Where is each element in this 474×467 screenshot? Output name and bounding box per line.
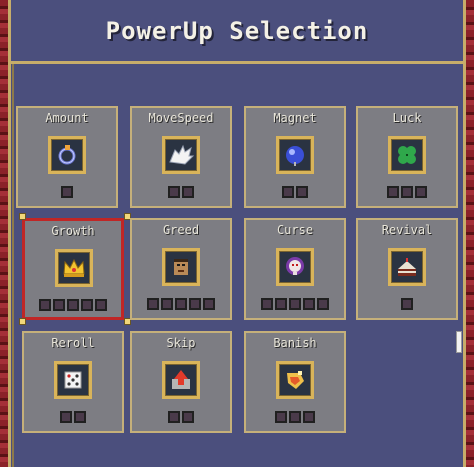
rank-slots (246, 298, 344, 310)
powerup-name: Luck (392, 111, 422, 125)
rank-slot (296, 186, 308, 198)
rank-slot (182, 411, 194, 423)
powerup-card-movespeed[interactable]: MoveSpeed (130, 106, 232, 208)
title-bar: PowerUp Selection (11, 0, 463, 64)
powerup-name: Magnet (273, 111, 317, 125)
rank-slot (182, 186, 194, 198)
rank-slot (303, 411, 315, 423)
selection-corner (19, 318, 26, 325)
powerup-grid: Amount MoveSpeed Magnet Luck Growth Gree… (11, 0, 463, 467)
rank-slots (358, 298, 456, 310)
rank-slots (24, 411, 122, 423)
powerup-card-revival[interactable]: Revival (356, 218, 458, 320)
scrollbar[interactable] (456, 66, 462, 466)
rank-slot (275, 411, 287, 423)
powerup-name: Curse (276, 223, 314, 237)
rank-slots (246, 186, 344, 198)
rank-slot (289, 411, 301, 423)
rank-slots (358, 186, 456, 198)
dice-icon (54, 361, 92, 399)
powerup-name: MoveSpeed (148, 111, 214, 125)
skull-icon (276, 248, 314, 286)
panel-title: PowerUp Selection (105, 16, 369, 45)
rank-slot (203, 298, 215, 310)
rank-slot (303, 298, 315, 310)
rank-slot (282, 186, 294, 198)
powerup-panel: PowerUp Selection Amount MoveSpeed Magne… (8, 0, 466, 467)
rank-slots (25, 299, 121, 311)
rank-slot (95, 299, 107, 311)
face-icon (162, 248, 200, 286)
banish-icon (276, 361, 314, 399)
powerup-name: Revival (381, 223, 433, 237)
rank-slots (132, 411, 230, 423)
rank-slots (18, 186, 116, 198)
rank-slots (246, 411, 344, 423)
rank-slot (61, 186, 73, 198)
selection-corner (19, 213, 26, 220)
powerup-card-magnet[interactable]: Magnet (244, 106, 346, 208)
powerup-card-banish[interactable]: Banish (244, 331, 346, 433)
rank-slot (39, 299, 51, 311)
powerup-name: Skip (166, 336, 196, 350)
rank-slot (401, 186, 413, 198)
rank-slot (60, 411, 72, 423)
powerup-card-curse[interactable]: Curse (244, 218, 346, 320)
powerup-name: Reroll (51, 336, 95, 350)
rank-slot (387, 186, 399, 198)
rank-slot (175, 298, 187, 310)
rank-slots (132, 298, 230, 310)
powerup-card-skip[interactable]: Skip (130, 331, 232, 433)
rank-slot (81, 299, 93, 311)
powerup-card-greed[interactable]: Greed (130, 218, 232, 320)
rank-slot (147, 298, 159, 310)
powerup-card-growth[interactable]: Growth (22, 218, 124, 320)
powerup-card-amount[interactable]: Amount (16, 106, 118, 208)
wing-icon (162, 136, 200, 174)
powerup-name: Banish (273, 336, 317, 350)
rank-slot (168, 186, 180, 198)
ring-icon (48, 136, 86, 174)
rank-slot (317, 298, 329, 310)
powerup-name: Greed (162, 223, 200, 237)
rank-slot (161, 298, 173, 310)
rank-slot (74, 411, 86, 423)
rank-slot (289, 298, 301, 310)
cake-icon (388, 248, 426, 286)
rank-slot (53, 299, 65, 311)
scroll-thumb[interactable] (456, 331, 462, 353)
skip-arrow-icon (162, 361, 200, 399)
rank-slot (415, 186, 427, 198)
powerup-card-luck[interactable]: Luck (356, 106, 458, 208)
rank-slot (401, 298, 413, 310)
rank-slot (168, 411, 180, 423)
rank-slot (189, 298, 201, 310)
rank-slot (261, 298, 273, 310)
powerup-card-reroll[interactable]: Reroll (22, 331, 124, 433)
rank-slot (67, 299, 79, 311)
rank-slot (275, 298, 287, 310)
crown-icon (55, 249, 93, 287)
orb-icon (276, 136, 314, 174)
powerup-name: Amount (45, 111, 89, 125)
rank-slots (132, 186, 230, 198)
powerup-name: Growth (51, 224, 95, 238)
clover-icon (388, 136, 426, 174)
